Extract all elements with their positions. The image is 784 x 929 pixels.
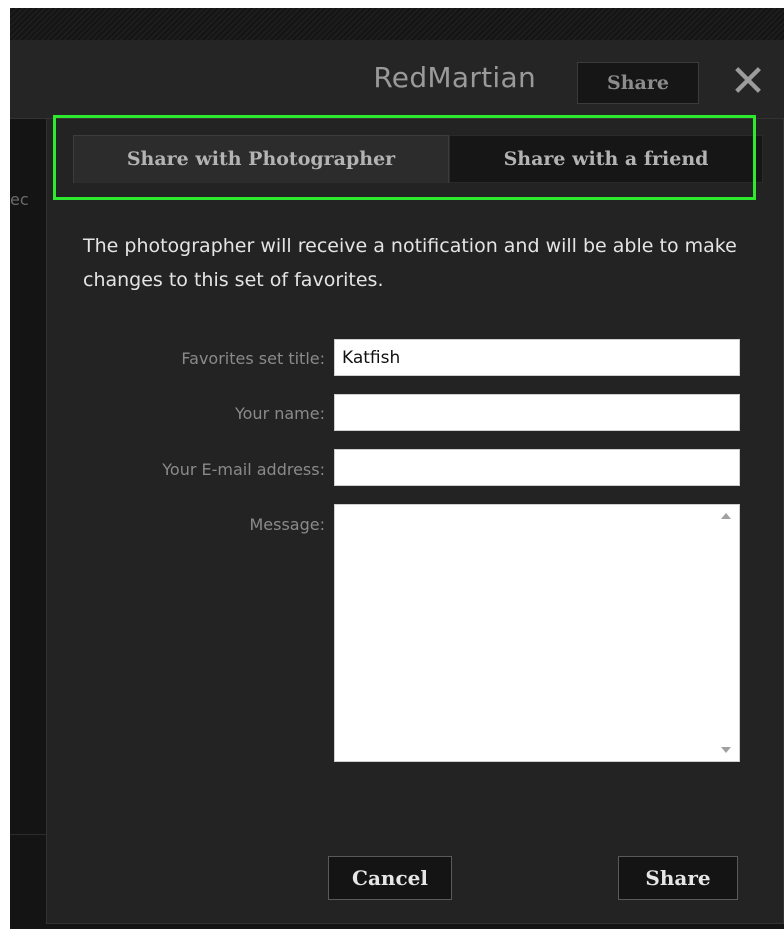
share-button[interactable]: Share <box>618 856 738 900</box>
cancel-button[interactable]: Cancel <box>328 856 452 900</box>
share-dialog: Share with Photographer Share with a fri… <box>46 118 784 924</box>
arrow-up-icon[interactable] <box>721 513 731 519</box>
favorites-title-input[interactable] <box>334 339 740 376</box>
intro-text: The photographer will receive a notifica… <box>83 235 737 291</box>
arrow-down-icon[interactable] <box>721 747 731 753</box>
background-clipped-text: ec <box>10 190 29 209</box>
your-name-label: Your name: <box>234 404 325 423</box>
email-label: Your E-mail address: <box>162 460 325 479</box>
close-icon[interactable]: ✕ <box>728 60 768 104</box>
tab-bar: Share with Photographer Share with a fri… <box>73 135 763 183</box>
app-title: RedMartian <box>373 61 536 94</box>
header-bar: RedMartian Share ✕ <box>10 40 784 119</box>
message-label: Message: <box>249 515 325 534</box>
page: RedMartian Share ✕ ec Share with Photogr… <box>0 0 784 929</box>
tab-share-with-photographer[interactable]: Share with Photographer <box>73 135 449 183</box>
header-share-button[interactable]: Share <box>577 62 699 104</box>
message-textarea[interactable] <box>334 504 740 762</box>
background-divider <box>10 834 48 835</box>
top-strip <box>10 8 784 40</box>
favorites-title-label: Favorites set title: <box>181 349 325 368</box>
email-input[interactable] <box>334 449 740 486</box>
tab-share-with-friend[interactable]: Share with a friend <box>449 135 763 183</box>
your-name-input[interactable] <box>334 394 740 431</box>
